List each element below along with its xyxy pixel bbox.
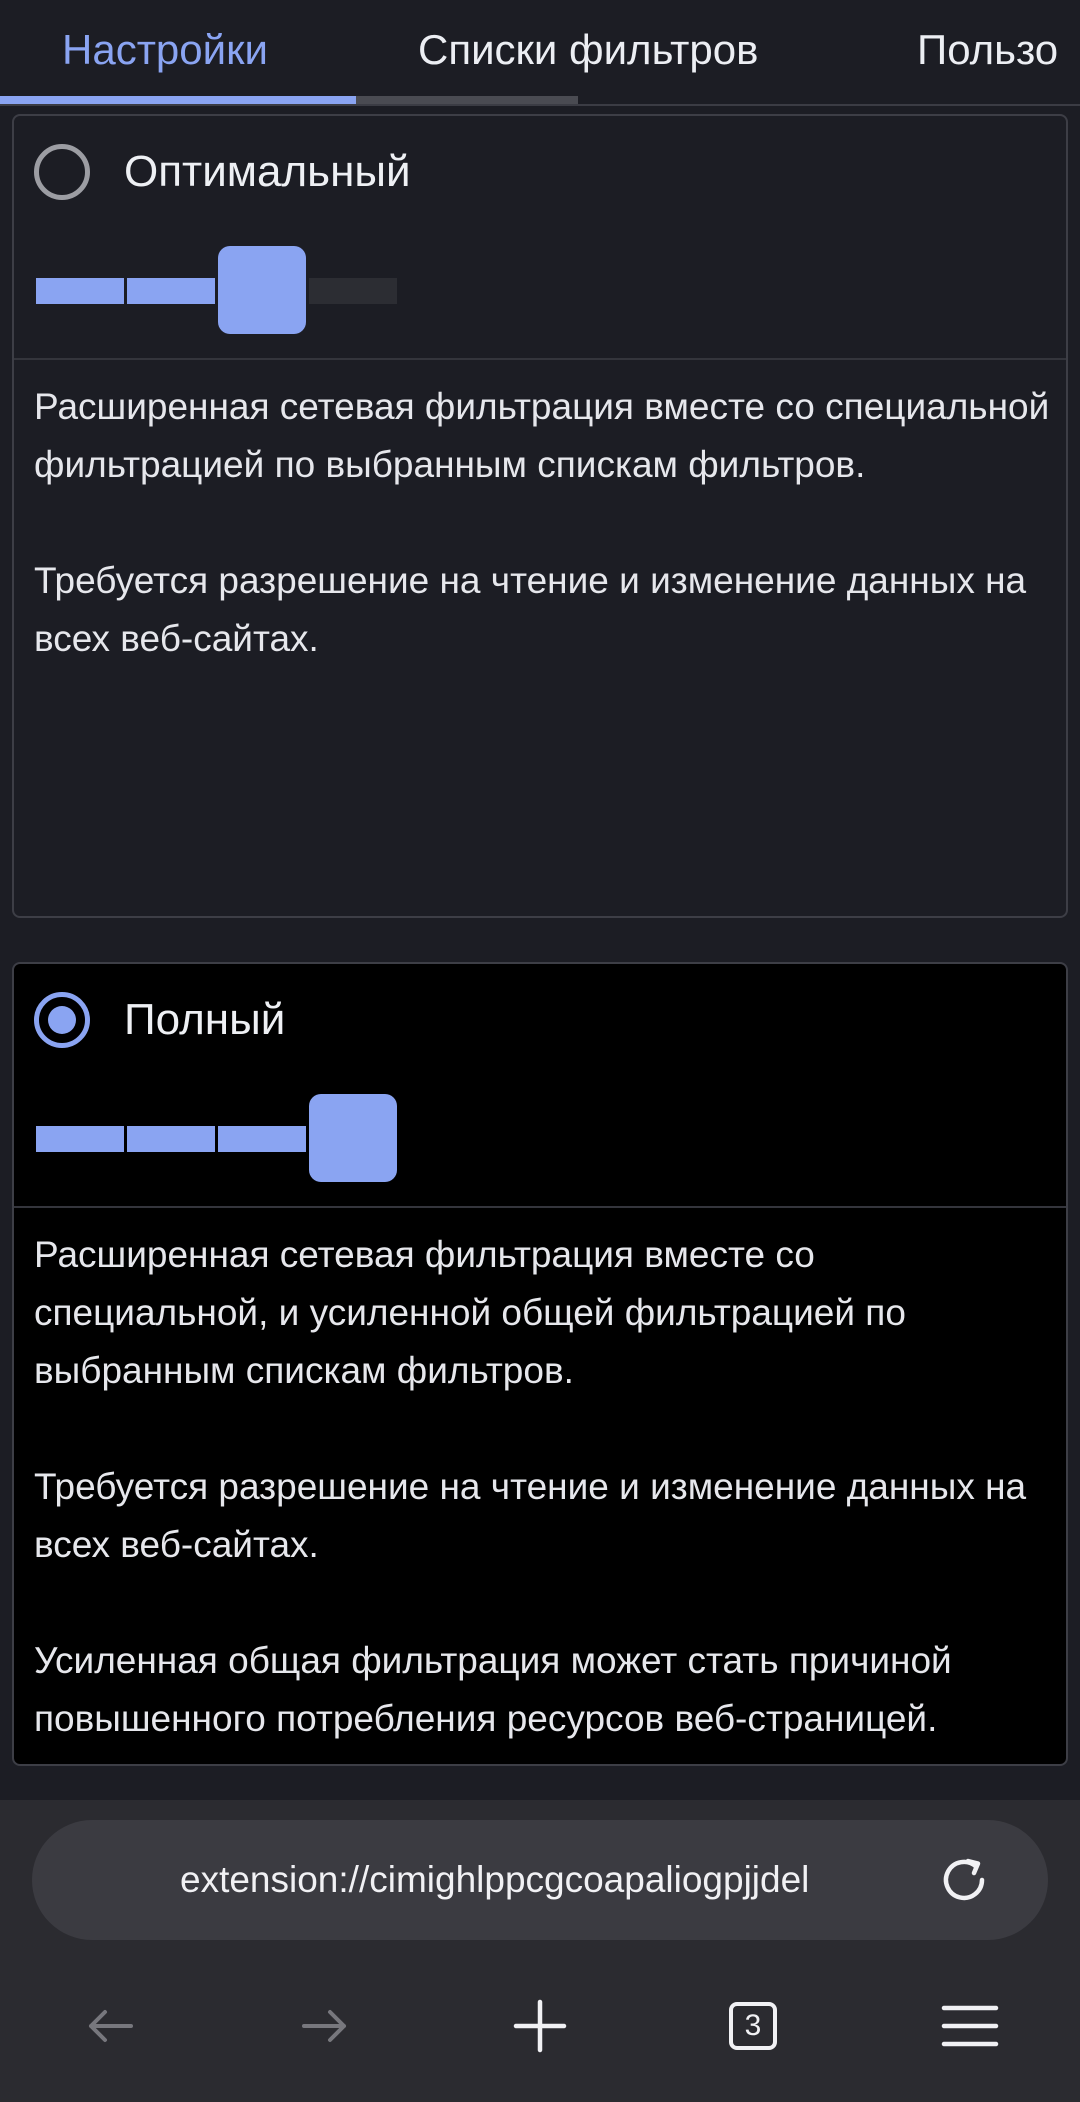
browser-toolbar: extension://cimighlppcgcoapaliogpjjdel 3 (0, 1800, 1080, 2102)
level-segment (309, 278, 397, 304)
radio-complete[interactable] (34, 992, 90, 1048)
description-paragraph: Расширенная сетевая фильтрация вместе со… (34, 386, 1050, 485)
level-segment (127, 278, 215, 304)
url-text[interactable]: extension://cimighlppcgcoapaliogpjjdel (180, 1852, 900, 1908)
filter-level-slider-complete[interactable] (36, 1094, 400, 1182)
card-description-optimal: Расширенная сетевая фильтрация вместе со… (34, 378, 1054, 668)
card-divider (14, 358, 1066, 360)
card-description-complete: Расширенная сетевая фильтрация вместе со… (34, 1226, 1054, 1748)
card-header: Оптимальный (14, 116, 1066, 360)
description-paragraph: Усиленная общая фильтрация может стать п… (34, 1640, 952, 1739)
tab-active-indicator (0, 96, 356, 104)
reload-icon[interactable] (932, 1848, 996, 1912)
card-header: Полный (14, 964, 1066, 1208)
radio-selected-dot (48, 1006, 76, 1034)
level-segment (127, 1126, 215, 1152)
forward-arrow-icon[interactable] (288, 1990, 360, 2062)
level-segment (36, 1126, 124, 1152)
description-paragraph: Требуется разрешение на чтение и изменен… (34, 560, 1027, 659)
back-arrow-icon[interactable] (75, 1990, 147, 2062)
tab-switcher-icon[interactable]: 3 (717, 1990, 789, 2062)
level-segment (218, 1126, 306, 1152)
description-paragraph: Расширенная сетевая фильтрация вместе со… (34, 1234, 906, 1391)
tab-filter-lists[interactable]: Списки фильтров (418, 22, 758, 78)
hamburger-menu-icon[interactable] (934, 1990, 1006, 2062)
tab-settings[interactable]: Настройки (62, 22, 268, 78)
description-paragraph: Требуется разрешение на чтение и изменен… (34, 1466, 1027, 1565)
card-divider (14, 1206, 1066, 1208)
radio-optimal[interactable] (34, 144, 90, 200)
card-title-optimal: Оптимальный (124, 147, 411, 196)
settings-tab-bar: Настройки Списки фильтров Пользо (0, 0, 1080, 106)
page: Настройки Списки фильтров Пользо Оптимал… (0, 0, 1080, 2102)
plus-icon[interactable] (504, 1990, 576, 2062)
card-title-complete: Полный (124, 995, 286, 1044)
level-knob[interactable] (218, 246, 306, 334)
filter-level-slider-optimal[interactable] (36, 246, 400, 334)
level-segment (36, 278, 124, 304)
tab-count: 3 (729, 2002, 777, 2050)
level-knob[interactable] (309, 1094, 397, 1182)
navigation-bar: 3 (0, 1978, 1080, 2074)
filter-mode-card-optimal[interactable]: Оптимальный Расширенная сетевая фильтрац… (12, 114, 1068, 918)
tab-custom[interactable]: Пользо (917, 22, 1058, 78)
url-bar[interactable]: extension://cimighlppcgcoapaliogpjjdel (32, 1820, 1048, 1940)
filter-mode-card-complete[interactable]: Полный Расширенная сетевая фильтрация вм… (12, 962, 1068, 1766)
